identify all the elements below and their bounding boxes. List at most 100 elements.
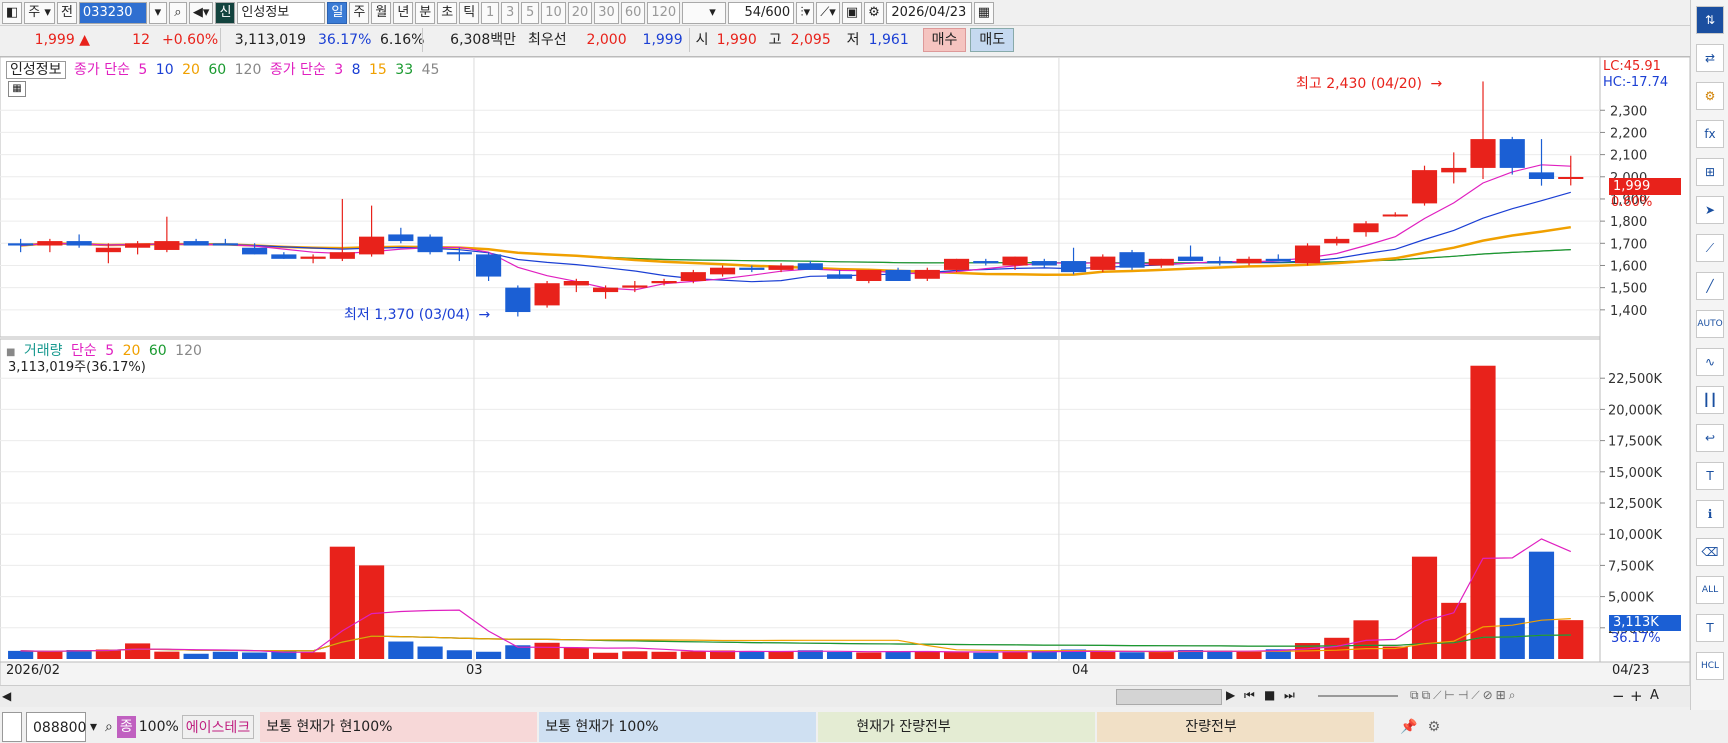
candle-body xyxy=(651,281,677,284)
gear-icon[interactable]: ⚙ xyxy=(864,1,884,24)
new-badge: 신 xyxy=(215,1,236,24)
data-count-current: 54 xyxy=(744,4,761,20)
type-select[interactable]: 주 ▾ xyxy=(24,1,55,24)
compare-icon[interactable]: ⇄ xyxy=(1696,44,1724,72)
zoom-out-icon[interactable]: − xyxy=(1612,687,1625,705)
order-panel-sell[interactable]: 보통 현재가 100% xyxy=(539,711,817,742)
ma-period-20: 20 xyxy=(182,62,200,78)
low-label: 저 xyxy=(846,32,860,48)
period-month-tab[interactable]: 월 xyxy=(371,1,392,24)
period-year-tab[interactable]: 년 xyxy=(393,1,414,24)
code-dropdown-icon[interactable]: ▾ xyxy=(148,1,167,24)
zoom-in-icon[interactable]: + xyxy=(1630,687,1643,705)
volume-ma-120: 120 xyxy=(175,343,202,359)
order-zoom: 100% xyxy=(138,718,179,735)
scroll-thumb[interactable] xyxy=(1116,689,1222,705)
line-tool-icon[interactable]: ╱ xyxy=(1696,272,1724,300)
order-code-input[interactable]: 088800 xyxy=(26,711,86,742)
interval-5[interactable]: 5 xyxy=(521,1,540,24)
buy-button[interactable]: 매수 xyxy=(922,28,967,52)
type-select-label: 주 xyxy=(28,4,41,20)
order-badge: 종 xyxy=(116,715,136,738)
chart-svg[interactable]: 2,3002,2002,1002,0001,9001,8001,7001,600… xyxy=(0,57,1690,687)
trade-amount: 6,308백만 xyxy=(422,28,522,52)
speaker-icon[interactable]: ◀▾ xyxy=(188,1,214,24)
text-tool-icon[interactable]: T xyxy=(1696,462,1724,490)
data-count-field[interactable]: 54/600 xyxy=(728,1,795,24)
interval-120[interactable]: 120 xyxy=(647,1,681,24)
settings-icon[interactable]: ⚙ xyxy=(1696,82,1724,110)
order-settings-icon[interactable]: ⚙ xyxy=(1422,712,1441,742)
price-change: 12 xyxy=(132,32,150,48)
auto-scale-icon[interactable]: A xyxy=(1650,688,1659,703)
ma-label: 종가 단순 xyxy=(73,62,130,78)
order-stock-name[interactable]: 에이스테크 xyxy=(181,714,255,739)
candle-body xyxy=(826,274,853,279)
layout-icon[interactable]: ◧ xyxy=(2,1,23,24)
formula-icon[interactable]: fx xyxy=(1696,120,1724,148)
line-style-icon[interactable]: ⟋▾ xyxy=(816,1,840,24)
order-panel-cancel[interactable]: 잔량전부 xyxy=(1097,711,1375,742)
order-panel-buy[interactable]: 보통 현재가 현100% xyxy=(260,711,538,742)
chart-area[interactable]: 2,3002,2002,1002,0001,9001,8001,7001,600… xyxy=(0,56,1690,687)
rewind-icon[interactable]: ⏮ xyxy=(1244,688,1255,703)
candle-style-icon[interactable]: ⫶▾ xyxy=(796,1,815,24)
order-code-dropdown-icon[interactable]: ▾ xyxy=(86,712,101,742)
stop-icon[interactable]: ■ xyxy=(1264,688,1275,702)
period-week-tab[interactable]: 주 xyxy=(349,1,370,24)
current-price-tag: 1,999 xyxy=(1609,178,1681,195)
stock-code-input[interactable]: 033230 xyxy=(78,1,147,24)
text-box-icon[interactable]: T xyxy=(1696,614,1724,642)
auto-line-icon[interactable]: AUTO xyxy=(1696,310,1724,338)
info-tool-icon[interactable]: ℹ xyxy=(1696,500,1724,528)
price-tick-label: 2,300 xyxy=(1610,104,1647,119)
wave-icon[interactable]: ∿ xyxy=(1696,348,1724,376)
interval-20[interactable]: 20 xyxy=(567,1,593,24)
period-day-tab[interactable]: 일 xyxy=(327,1,348,24)
volume-bar xyxy=(885,651,911,659)
period-second-tab[interactable]: 초 xyxy=(437,1,458,24)
sell-button[interactable]: 매도 xyxy=(970,28,1015,52)
price-panel-frame xyxy=(0,57,1601,338)
order-search-icon[interactable]: ⌕ xyxy=(101,712,117,742)
scroll-left-icon[interactable]: ◀ xyxy=(2,689,11,703)
order-checkbox[interactable] xyxy=(2,711,22,742)
table-toggle-icon[interactable]: ▦ xyxy=(8,81,26,97)
high-annotation: 최고 2,430 (04/20) → xyxy=(1296,76,1443,92)
candle-body xyxy=(1528,172,1555,179)
interval-10[interactable]: 10 xyxy=(541,1,566,24)
prev-button[interactable]: 전 xyxy=(56,1,77,24)
interval-1[interactable]: 1 xyxy=(481,1,500,24)
interval-3[interactable]: 3 xyxy=(501,1,520,24)
date-field[interactable]: 2026/04/23 xyxy=(885,1,972,24)
pin-icon[interactable]: 📌 xyxy=(1394,712,1417,742)
stock-name[interactable]: 인성정보 xyxy=(237,1,326,24)
chart-scrollbar[interactable]: ◀ ▶ ⏮ ■ ⏭ ⧉⧉⟋⊢⊣⟋⊘⊞⌕ − + A xyxy=(0,685,1690,707)
fast-forward-icon[interactable]: ⏭ xyxy=(1284,688,1295,703)
search-icon[interactable]: ⌕ xyxy=(168,1,187,24)
erase-all-icon[interactable]: ALL xyxy=(1696,576,1724,604)
hcl-icon[interactable]: HCL xyxy=(1696,652,1724,680)
calendar-icon[interactable]: ▦ xyxy=(973,1,995,24)
return-icon[interactable]: ↩ xyxy=(1696,424,1724,452)
interval-30[interactable]: 30 xyxy=(594,1,619,24)
candle-body xyxy=(563,281,589,286)
trendline-icon[interactable]: ⟋ xyxy=(1696,234,1724,262)
interval-custom-dropdown[interactable]: ▾ xyxy=(682,1,727,24)
eraser-icon[interactable]: ⌫ xyxy=(1696,538,1724,566)
drawing-tools-icon[interactable]: ⧉⧉⟋⊢⊣⟋⊘⊞⌕ xyxy=(1410,688,1518,703)
zoom-slider[interactable] xyxy=(1318,695,1398,697)
interval-60[interactable]: 60 xyxy=(620,1,646,24)
scroll-right-icon[interactable]: ▶ xyxy=(1226,688,1235,702)
period-minute-tab[interactable]: 분 xyxy=(415,1,436,24)
order-panel-modify[interactable]: 현재가 잔량전부 xyxy=(818,711,1096,742)
candle-body xyxy=(1119,252,1145,268)
save-icon[interactable]: ▣ xyxy=(841,1,863,24)
candle-body xyxy=(1353,223,1379,233)
candle-icon[interactable]: ┃┃ xyxy=(1696,386,1724,414)
cursor-icon[interactable]: ➤ xyxy=(1696,196,1724,224)
open-value: 1,990 xyxy=(716,32,757,48)
swap-icon[interactable]: ⇅ xyxy=(1696,6,1724,34)
indicator-icon[interactable]: ⊞ xyxy=(1696,158,1724,186)
period-tick-tab[interactable]: 틱 xyxy=(459,1,480,24)
